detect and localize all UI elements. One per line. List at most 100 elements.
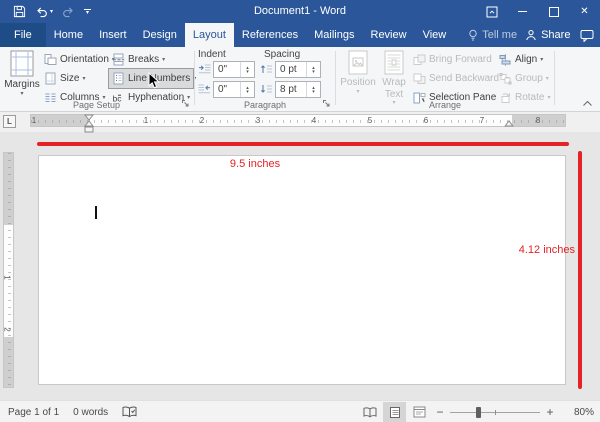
collapse-ribbon-button[interactable] bbox=[582, 100, 593, 107]
share-label: Share bbox=[541, 29, 570, 41]
maximize-icon bbox=[549, 7, 559, 17]
paragraph-dialog-launcher[interactable] bbox=[322, 99, 331, 108]
print-layout-button[interactable] bbox=[383, 402, 406, 422]
share-button[interactable]: Share bbox=[525, 29, 570, 41]
tab-insert[interactable]: Insert bbox=[91, 23, 135, 47]
tell-me-box[interactable]: Tell me bbox=[460, 23, 525, 47]
tab-stop-selector[interactable]: L bbox=[3, 115, 16, 128]
indent-right-input[interactable]: 0" ▴ ▾ bbox=[213, 81, 255, 98]
ribbon-display-options-button[interactable] bbox=[476, 0, 507, 23]
chevron-down-icon: ▾ bbox=[162, 57, 165, 63]
tab-file[interactable]: File bbox=[0, 23, 46, 47]
page-size-icon bbox=[44, 72, 57, 85]
tab-bar-right: Share bbox=[525, 23, 600, 47]
spacing-before-icon bbox=[260, 63, 273, 75]
ruler-number: 6 bbox=[424, 116, 428, 125]
indent-markers[interactable] bbox=[84, 114, 94, 134]
spacing-header: Spacing bbox=[264, 49, 300, 60]
vertical-ruler[interactable]: 1 2 bbox=[3, 152, 14, 388]
send-backward-button[interactable]: Send Backward ▾ bbox=[413, 69, 509, 88]
page-indicator[interactable]: Page 1 of 1 bbox=[8, 407, 59, 418]
redo-button[interactable] bbox=[62, 6, 75, 18]
close-button[interactable]: ✕ bbox=[569, 0, 600, 23]
margins-label: Margins bbox=[4, 79, 40, 91]
ribbon-tab-bar: File Home Insert Design Layout Reference… bbox=[0, 23, 600, 47]
proofing-status-button[interactable] bbox=[122, 406, 137, 418]
minimize-button[interactable] bbox=[507, 0, 538, 23]
wrap-text-button[interactable]: Wrap Text ▾ bbox=[378, 49, 410, 106]
web-layout-button[interactable] bbox=[408, 402, 431, 422]
wrap-text-icon bbox=[384, 50, 404, 75]
lightbulb-icon bbox=[468, 29, 478, 42]
horizontal-ruler[interactable]: 1 1 2 3 4 5 6 7 8 bbox=[30, 114, 566, 127]
breaks-label: Breaks bbox=[128, 54, 159, 65]
spacing-before-spinner[interactable]: ▴ ▾ bbox=[306, 62, 320, 77]
group-objects-icon bbox=[499, 73, 512, 85]
ribbon-display-options-icon bbox=[486, 6, 498, 18]
breaks-button[interactable]: Breaks ▾ bbox=[112, 50, 165, 69]
tab-mailings[interactable]: Mailings bbox=[306, 23, 362, 47]
chevron-down-icon: ▾ bbox=[82, 76, 85, 82]
indent-right-spinner[interactable]: ▴ ▾ bbox=[240, 82, 254, 97]
indent-left-input[interactable]: 0" ▴ ▾ bbox=[213, 61, 255, 78]
send-backward-label: Send Backward bbox=[429, 73, 499, 84]
size-button[interactable]: Size ▾ bbox=[44, 69, 85, 88]
comments-button[interactable] bbox=[580, 29, 594, 42]
ruler-number: 4 bbox=[312, 116, 316, 125]
tab-layout[interactable]: Layout bbox=[185, 23, 234, 47]
paragraph-group-label: Paragraph bbox=[196, 100, 334, 110]
position-label: Position bbox=[340, 77, 376, 89]
document-area: 1 2 9.5 inches 4.12 inches bbox=[0, 132, 600, 400]
align-label: Align bbox=[515, 54, 537, 65]
spacing-after-input[interactable]: 8 pt ▴ ▾ bbox=[275, 81, 321, 98]
page-height-annotation-line bbox=[578, 151, 582, 389]
position-icon bbox=[348, 50, 368, 75]
orientation-button[interactable]: Orientation ▾ bbox=[44, 50, 115, 69]
ruler-number: 5 bbox=[368, 116, 372, 125]
size-label: Size bbox=[60, 73, 79, 84]
right-indent-marker[interactable] bbox=[504, 120, 514, 127]
word-window: ▾ ▾ Document1 - Word ✕ bbox=[0, 0, 600, 422]
save-button[interactable] bbox=[13, 5, 26, 18]
tab-home[interactable]: Home bbox=[46, 23, 91, 47]
bring-forward-label: Bring Forward bbox=[429, 54, 492, 65]
word-count[interactable]: 0 words bbox=[73, 407, 108, 418]
ruler-number: 3 bbox=[256, 116, 260, 125]
undo-dropdown-icon[interactable]: ▾ bbox=[50, 9, 53, 15]
ruler-number: 1 bbox=[144, 116, 148, 125]
spacing-before-input[interactable]: 0 pt ▴ ▾ bbox=[275, 61, 321, 78]
group-arrange: Position ▾ Wrap Text ▾ Bring Forward ▾ bbox=[337, 47, 553, 111]
align-icon bbox=[499, 54, 512, 66]
ruler-number: 2 bbox=[3, 327, 12, 331]
tab-view[interactable]: View bbox=[415, 23, 455, 47]
tab-review[interactable]: Review bbox=[363, 23, 415, 47]
read-mode-button[interactable] bbox=[358, 402, 381, 422]
status-bar-right: − + 80% bbox=[357, 401, 600, 422]
group-objects-button[interactable]: Group ▾ bbox=[499, 69, 549, 88]
document-page[interactable] bbox=[38, 155, 566, 385]
indent-left-spinner[interactable]: ▴ ▾ bbox=[240, 62, 254, 77]
zoom-out-button[interactable]: − bbox=[432, 405, 448, 419]
zoom-slider[interactable] bbox=[450, 412, 540, 413]
spin-down-icon: ▾ bbox=[312, 90, 315, 94]
customize-quick-access-button[interactable]: ▾ bbox=[84, 9, 91, 15]
zoom-in-button[interactable]: + bbox=[542, 405, 558, 419]
margins-button[interactable]: Margins ▾ bbox=[2, 49, 42, 97]
tab-design[interactable]: Design bbox=[135, 23, 185, 47]
zoom-slider-handle[interactable] bbox=[476, 407, 481, 418]
group-objects-label: Group bbox=[515, 73, 543, 84]
ruler-number: 7 bbox=[480, 116, 484, 125]
tab-references[interactable]: References bbox=[234, 23, 306, 47]
close-icon: ✕ bbox=[580, 6, 588, 17]
ruler-row: L 1 1 2 3 4 5 6 7 8 bbox=[0, 112, 600, 132]
bring-forward-button[interactable]: Bring Forward ▾ bbox=[413, 50, 504, 69]
position-button[interactable]: Position ▾ bbox=[340, 49, 376, 95]
align-button[interactable]: Align ▾ bbox=[499, 50, 543, 69]
undo-button[interactable]: ▾ bbox=[35, 6, 53, 18]
maximize-button[interactable] bbox=[538, 0, 569, 23]
page-setup-dialog-launcher[interactable] bbox=[181, 99, 190, 108]
zoom-level[interactable]: 80% bbox=[562, 407, 594, 418]
share-person-icon bbox=[525, 29, 537, 41]
group-separator bbox=[335, 51, 336, 105]
spacing-after-spinner[interactable]: ▴ ▾ bbox=[306, 82, 320, 97]
